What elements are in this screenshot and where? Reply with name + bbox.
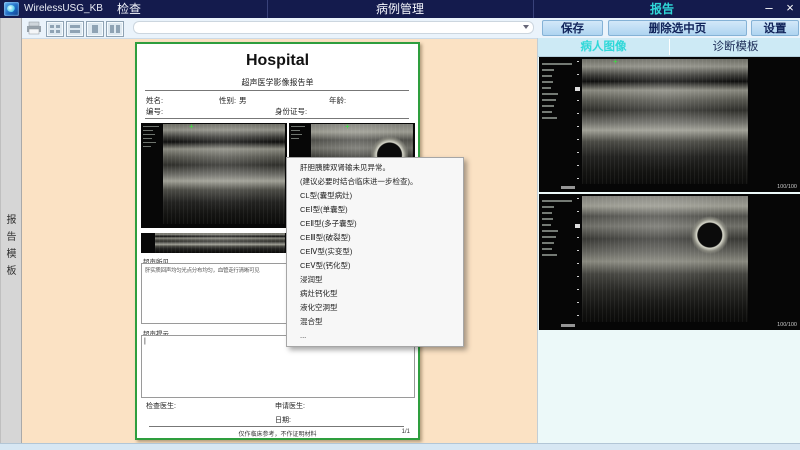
delete-selected-page-button[interactable]: 删除选中页: [608, 20, 747, 36]
findings-text: 肝实质回声均匀光点分布均匀，血管走行清晰可见: [145, 266, 259, 274]
layout-two-columns-icon[interactable]: [106, 21, 124, 37]
menu-item[interactable]: CL型(囊型病灶): [287, 189, 463, 203]
settings-button[interactable]: 设置: [751, 20, 799, 36]
report-subtitle: 超声医学影像报告单: [137, 77, 418, 88]
depth-ruler: [577, 61, 579, 182]
divider: [145, 90, 409, 91]
titlebar-divider: [267, 0, 268, 18]
menu-item[interactable]: 病灶钙化型: [287, 287, 463, 301]
menu-item[interactable]: CEⅡ型(多子囊型): [287, 217, 463, 231]
menu-item[interactable]: 浸润型: [287, 273, 463, 287]
image-bottom-label: [561, 324, 575, 327]
menu-item[interactable]: CEⅠ型(单囊型): [287, 203, 463, 217]
template-selector[interactable]: [133, 21, 534, 34]
menu-item[interactable]: 液化空洞型: [287, 301, 463, 315]
app-logo-icon: [4, 2, 19, 16]
divider: [145, 118, 409, 119]
exam-doctor-label: 检查医生:: [146, 401, 176, 411]
apply-doctor-label: 申请医生:: [275, 401, 305, 411]
menu-item[interactable]: (建议必要时结合临床进一步检查)。: [287, 175, 463, 189]
menu-item[interactable]: ...: [287, 329, 463, 343]
menu-item[interactable]: CEⅤ型(钙化型): [287, 259, 463, 273]
minimize-button[interactable]: –: [760, 0, 778, 18]
date-label: 日期:: [275, 415, 291, 425]
layout-four-images-icon[interactable]: [46, 21, 64, 37]
focus-marker: [575, 224, 580, 228]
text-cursor: |: [144, 338, 146, 345]
tab-patient-images[interactable]: 病人图像: [538, 38, 669, 56]
ultrasound-scan-area: [582, 59, 748, 184]
name-label: 姓名:: [146, 95, 163, 106]
tab-report[interactable]: 报告: [632, 1, 692, 17]
save-button[interactable]: 保存: [542, 20, 603, 36]
cursor-marker-icon: +: [613, 59, 618, 65]
menu-item[interactable]: CEⅣ型(实变型): [287, 245, 463, 259]
chevron-down-icon: [523, 25, 529, 29]
report-template-panel-tab[interactable]: 报告模板: [0, 18, 22, 443]
frame-counter: 100/100: [777, 322, 797, 328]
layout-two-rows-icon[interactable]: [66, 21, 84, 37]
tab-case-management[interactable]: 病例管理: [358, 1, 442, 17]
patient-image-2[interactable]: 100/100: [539, 194, 800, 330]
report-image-thumbnail-3[interactable]: [141, 233, 287, 253]
idcard-label: 身份证号:: [275, 106, 307, 117]
cursor-marker-icon: +: [189, 124, 194, 130]
focus-marker: [575, 87, 580, 91]
hospital-title: Hospital: [137, 52, 418, 70]
depth-ruler: [577, 198, 579, 320]
report-template-panel-label: 报告模板: [5, 214, 17, 282]
titlebar-divider: [533, 0, 534, 18]
menu-item[interactable]: CEⅢ型(破裂型): [287, 231, 463, 245]
image-parameters-text: [539, 196, 572, 256]
ultrasound-scan-area: [582, 196, 748, 322]
report-footer-note: 仅作临床参考，不作证明材料: [137, 429, 418, 438]
menu-item[interactable]: 肝胆胰脾双肾输未见异常。: [287, 161, 463, 175]
right-panel: 病人图像 诊断模板 + 100/100 100/100: [537, 38, 800, 443]
report-toolbar: 保存 删除选中页 设置: [20, 18, 800, 39]
ultrasound-scan-area: [163, 124, 285, 224]
image-parameters-text: [539, 59, 572, 119]
title-bar: WirelessUSG_KB 检查 病例管理 报告 – ×: [0, 0, 800, 18]
menu-item[interactable]: 混合型: [287, 315, 463, 329]
report-image-thumbnail-1[interactable]: +: [141, 123, 287, 228]
page-indicator: 1/1: [402, 429, 410, 435]
right-panel-tabbar: 病人图像 诊断模板: [538, 38, 800, 57]
ultrasound-scan-area: [155, 233, 285, 253]
age-label: 年龄:: [329, 95, 346, 106]
bottom-status-strip: [0, 443, 800, 450]
patient-image-1[interactable]: + 100/100: [539, 57, 800, 192]
diagnosis-template-context-menu: 肝胆胰脾双肾输未见异常。 (建议必要时结合临床进一步检查)。 CL型(囊型病灶)…: [286, 157, 464, 347]
tab-diagnosis-template[interactable]: 诊断模板: [670, 38, 800, 56]
tab-examination[interactable]: 检查: [103, 1, 155, 17]
app-title: WirelessUSG_KB: [24, 3, 103, 14]
frame-counter: 100/100: [777, 184, 797, 190]
close-button[interactable]: ×: [781, 0, 799, 18]
sex-label: 性别:: [219, 95, 236, 106]
cursor-marker-icon: +: [345, 124, 350, 130]
app-window: WirelessUSG_KB 检查 病例管理 报告 – × 保存: [0, 0, 800, 450]
record-no-label: 编号:: [146, 106, 163, 117]
divider: [149, 426, 404, 427]
layout-single-image-icon[interactable]: [86, 21, 104, 37]
print-icon[interactable]: [26, 21, 42, 35]
image-bottom-label: [561, 186, 575, 189]
sex-value: 男: [239, 95, 247, 106]
